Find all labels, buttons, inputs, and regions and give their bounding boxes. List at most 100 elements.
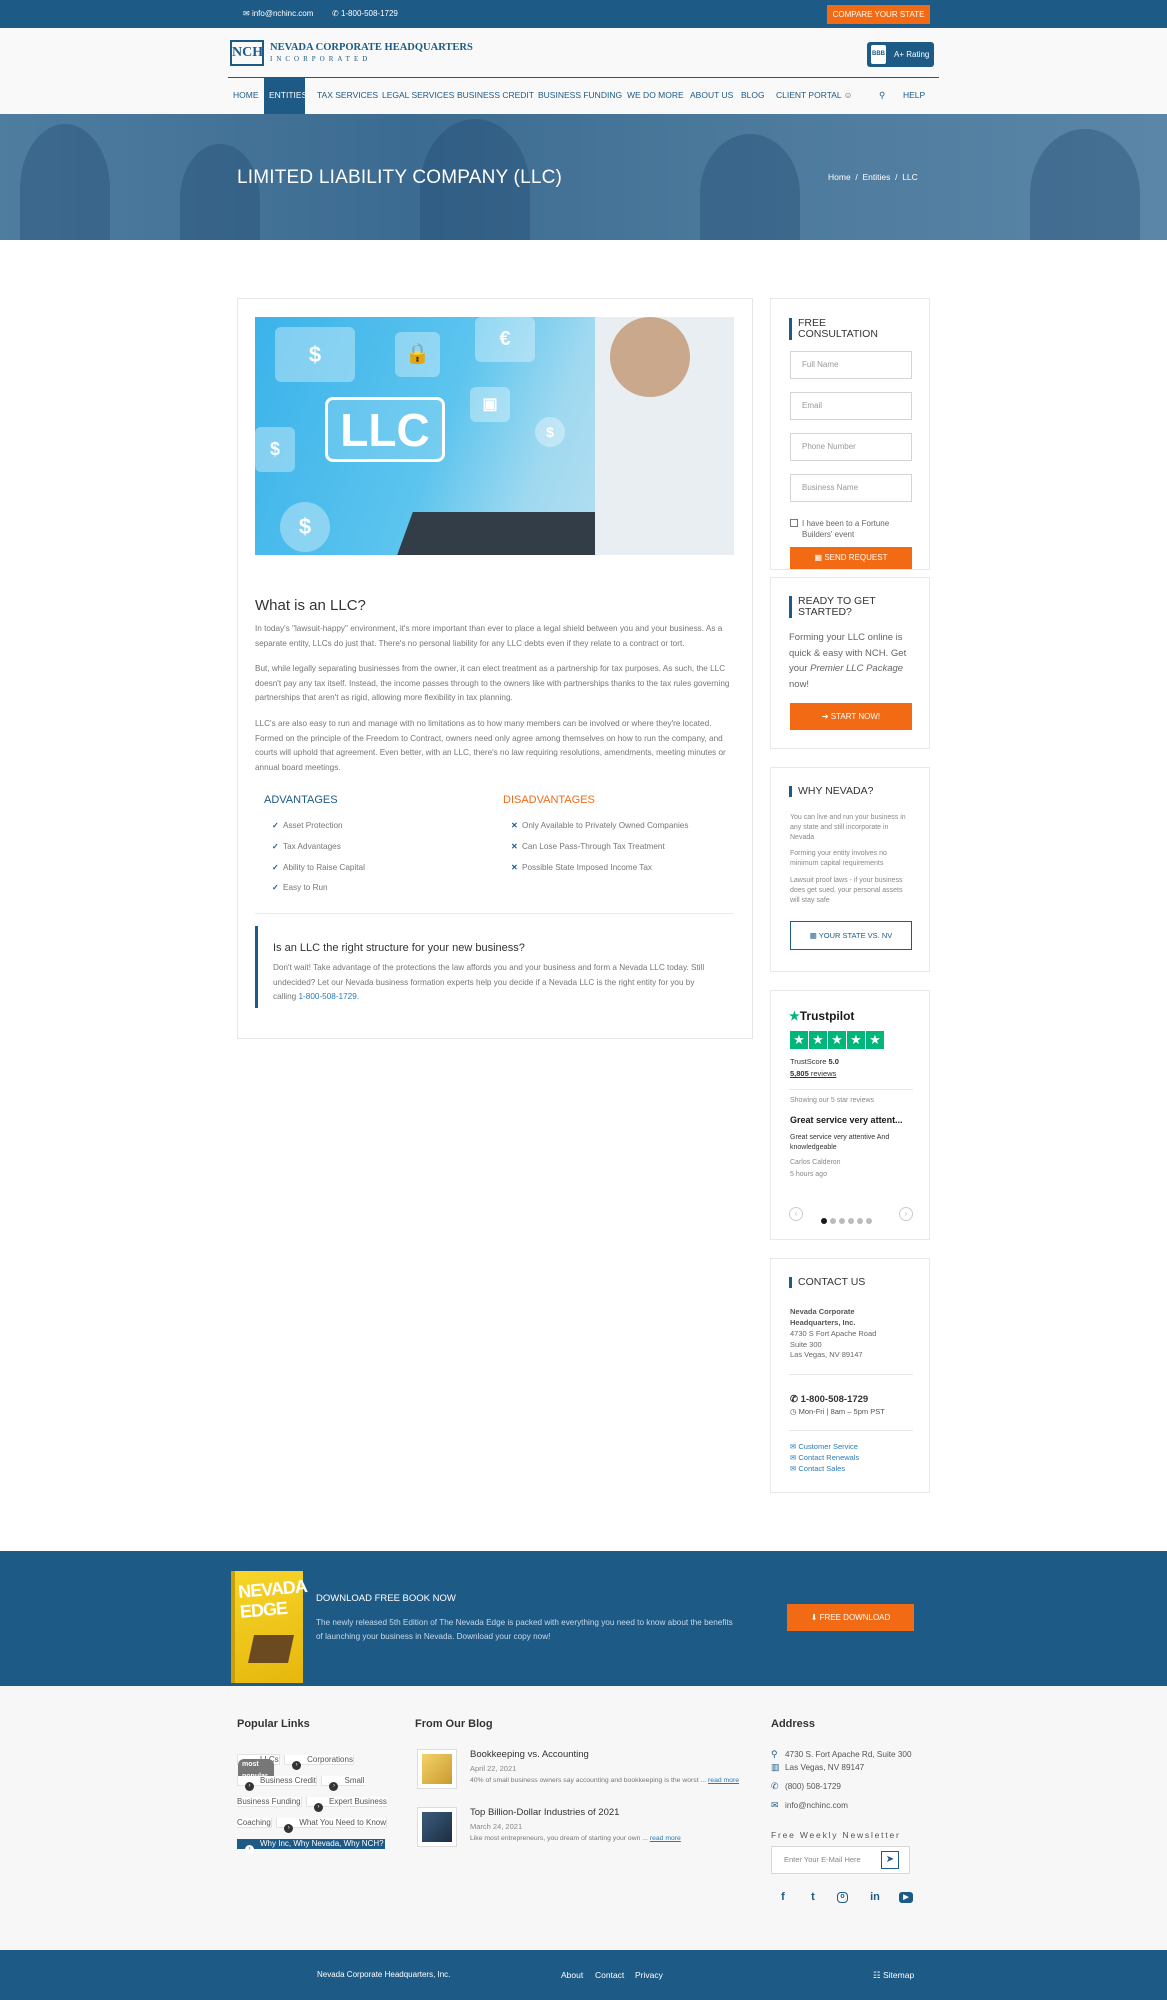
business-name-input[interactable]: Business Name [790, 474, 912, 502]
bbb-rating-badge[interactable]: BBB A+ Rating [867, 42, 934, 67]
nav-business-credit[interactable]: BUSINESS CREDIT [452, 78, 539, 114]
facebook-icon[interactable]: f [776, 1890, 790, 1904]
trustpilot-showing: Showing our 5 star reviews [790, 1097, 875, 1104]
hero-bg-figure [180, 144, 260, 240]
breadcrumb-current: LLC [902, 172, 918, 182]
footer-privacy-link[interactable]: Privacy [635, 1970, 663, 1980]
blog-thumbnail[interactable] [417, 1749, 457, 1789]
cta-phone-link[interactable]: 1-800-508-1729 [299, 992, 357, 1001]
popular-link-business-credit[interactable]: › Business Credit [237, 1776, 318, 1791]
customer-service-link[interactable]: ✉ Customer Service [790, 1442, 858, 1451]
nav-tax-services[interactable]: TAX SERVICES [312, 78, 383, 114]
linkedin-icon[interactable]: in [868, 1890, 882, 1904]
carousel-dot[interactable] [830, 1218, 836, 1224]
contact-company-l1: Nevada Corporate [790, 1307, 855, 1316]
nav-help[interactable]: HELP [898, 78, 930, 114]
contact-divider [789, 1374, 913, 1375]
star-icon: ★ [828, 1031, 846, 1049]
contact-sales-link[interactable]: ✉ Contact Sales [790, 1464, 845, 1473]
popular-link-why-nch[interactable]: › Why Inc, Why Nevada, Why NCH? [237, 1839, 385, 1854]
trustpilot-brand[interactable]: ★Trustpilot [789, 1009, 854, 1023]
topbar-email-text: info@nchinc.com [251, 9, 314, 18]
contact-sales-label: Contact Sales [798, 1464, 846, 1473]
nav-about-us[interactable]: ABOUT US [685, 78, 738, 114]
contact-renewals-link[interactable]: ✉ Contact Renewals [790, 1453, 859, 1462]
blog-thumbnail[interactable] [417, 1807, 457, 1847]
ready-title-l2: STARTED? [798, 606, 852, 618]
footer-contact-link[interactable]: Contact [595, 1970, 624, 1980]
footer-address-line1: ⚲ 4730 S. Fort Apache Rd, Suite 300 [771, 1749, 912, 1760]
nav-blog[interactable]: BLOG [736, 78, 770, 114]
breadcrumb-entities[interactable]: Entities [863, 172, 891, 182]
banner-text: The newly released 5th Edition of The Ne… [316, 1618, 733, 1641]
free-download-button[interactable]: ⬇ FREE DOWNLOAD [787, 1604, 914, 1631]
chevron-left-icon[interactable]: ‹ [789, 1207, 803, 1221]
read-more-link[interactable]: read more [650, 1835, 681, 1842]
read-more-link[interactable]: read more [708, 1777, 739, 1784]
customer-service-label: Customer Service [798, 1442, 858, 1451]
trustpilot-reviews-link[interactable]: 5,805 reviews [790, 1069, 836, 1078]
content-divider [255, 913, 734, 914]
trustscore: TrustScore 5.0 [790, 1057, 839, 1066]
blog-post-title[interactable]: Top Billion-Dollar Industries of 2021 [470, 1807, 619, 1818]
phone-icon: ✆ [332, 9, 341, 18]
fortune-builders-checkbox[interactable] [790, 519, 798, 527]
nav-home[interactable]: HOME [228, 78, 264, 114]
star-icon: ★ [866, 1031, 884, 1049]
youtube-icon[interactable]: ▶ [899, 1892, 913, 1903]
review-title[interactable]: Great service very attent... [790, 1115, 903, 1125]
nav-client-portal[interactable]: CLIENT PORTAL ☺ [771, 78, 857, 114]
full-name-input[interactable]: Full Name [790, 351, 912, 379]
advantage-label: Ability to Raise Capital [283, 863, 365, 872]
footer-phone-link[interactable]: ✆ (800) 508-1729 [771, 1781, 841, 1792]
sitemap-label: Sitemap [882, 1970, 915, 1980]
start-now-label: START NOW! [830, 712, 881, 721]
businessman-head [610, 317, 690, 397]
send-icon[interactable]: ➤ [881, 1851, 899, 1869]
topbar-email-link[interactable]: ✉ info@nchinc.com [243, 9, 313, 18]
carousel-dot[interactable] [857, 1218, 863, 1224]
your-state-vs-nv-button[interactable]: ▦ YOUR STATE VS. NV [790, 921, 912, 950]
carousel-dot[interactable] [839, 1218, 845, 1224]
cta-blockquote: Is an LLC the right structure for your n… [255, 926, 735, 1008]
carousel-dot[interactable] [821, 1218, 827, 1224]
blog-post-title[interactable]: Bookkeeping vs. Accounting [470, 1749, 589, 1760]
contact-company-l2: Headquarters, Inc. [790, 1317, 856, 1327]
logo-line2: INCORPORATED [270, 55, 372, 63]
nav-legal-services[interactable]: LEGAL SERVICES [377, 78, 459, 114]
nav-we-do-more[interactable]: WE DO MORE [622, 78, 689, 114]
topbar-phone-link[interactable]: ✆ 1-800-508-1729 [332, 9, 398, 18]
popular-link-corporations[interactable]: › Corporations [284, 1755, 354, 1770]
article-paragraph: But, while legally separating businesses… [255, 664, 730, 702]
popular-link-need-to-know[interactable]: › What You Need to Know [276, 1818, 387, 1833]
nevada-edge-book: NEVADA EDGE [231, 1571, 307, 1683]
start-now-button[interactable]: ➔ START NOW! [790, 703, 912, 730]
breadcrumb-home[interactable]: Home [828, 172, 851, 182]
advantage-label: Easy to Run [283, 883, 328, 892]
sitemap-link[interactable]: ☷ Sitemap [873, 1970, 914, 1981]
blog-excerpt-text: Like most entrepreneurs, you dream of st… [470, 1835, 648, 1842]
footer-email-link[interactable]: ✉ info@nchinc.com [771, 1800, 848, 1811]
disadvantage-label: Only Available to Privately Owned Compan… [522, 821, 689, 830]
nav-business-funding[interactable]: BUSINESS FUNDING [533, 78, 627, 114]
chevron-right-icon[interactable]: › [899, 1207, 913, 1221]
footer-about-link[interactable]: About [561, 1970, 583, 1980]
chevron-circle-icon: › [284, 1824, 294, 1833]
popular-link-llcs[interactable]: ›LLCsmost popular [237, 1754, 280, 1783]
search-icon[interactable]: ⚲ [874, 78, 890, 114]
advantage-label: Asset Protection [283, 821, 343, 830]
nav-entities[interactable]: ENTITIES [264, 78, 307, 114]
instagram-icon[interactable]: o [837, 1892, 848, 1903]
popular-link-label: Why Inc, Why Nevada, Why NCH? [260, 1839, 384, 1848]
contact-phone-link[interactable]: ✆ 1-800-508-1729 [790, 1394, 868, 1405]
consultation-title-l2: CONSULTATION [798, 328, 878, 340]
twitter-icon[interactable]: t [806, 1890, 820, 1904]
phone-input[interactable]: Phone Number [790, 433, 912, 461]
send-request-button[interactable]: ▦ SEND REQUEST [790, 547, 912, 569]
email-input[interactable]: Email [790, 392, 912, 420]
carousel-dot[interactable] [848, 1218, 854, 1224]
advantage-label: Tax Advantages [283, 842, 341, 851]
compare-state-button[interactable]: COMPARE YOUR STATE [827, 5, 930, 24]
site-logo[interactable]: NCH NEVADA CORPORATE HEADQUARTERS INCORP… [230, 40, 473, 66]
carousel-dot[interactable] [866, 1218, 872, 1224]
